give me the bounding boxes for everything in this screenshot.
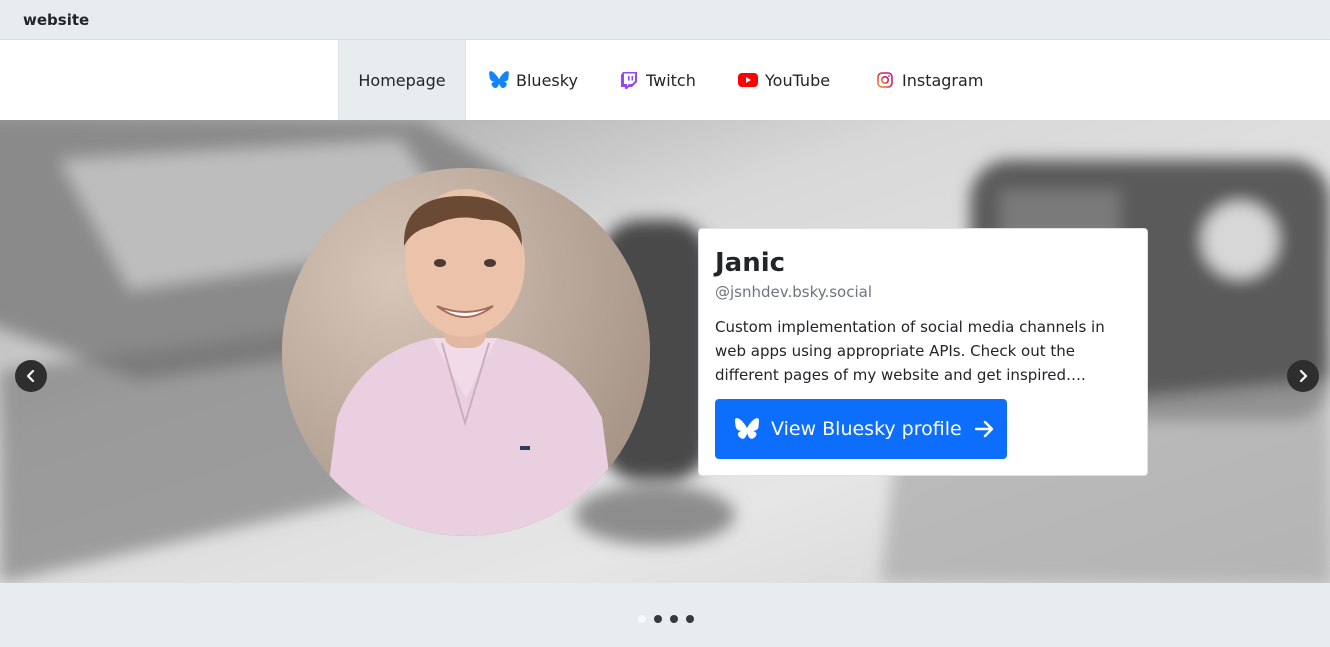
brand-title[interactable]: website — [23, 11, 89, 29]
carousel-prev-button[interactable] — [15, 360, 47, 392]
nav-item-label: Bluesky — [516, 70, 578, 90]
top-bar: website — [0, 0, 1330, 40]
nav-item-twitch[interactable]: Twitch — [619, 40, 696, 120]
arrow-right-icon — [974, 420, 995, 438]
nav-item-label: YouTube — [765, 70, 831, 90]
main-nav: Homepage Bluesky Twitch YouTube Instagra… — [0, 40, 1330, 120]
nav-item-homepage[interactable]: Homepage — [338, 40, 466, 120]
nav-item-instagram[interactable]: Instagram — [875, 40, 983, 120]
butterfly-icon — [489, 70, 509, 90]
instagram-icon — [875, 70, 895, 90]
youtube-icon — [738, 70, 758, 90]
carousel-indicators — [638, 615, 694, 625]
nav-item-label: Homepage — [358, 70, 446, 90]
carousel-indicator[interactable] — [670, 615, 678, 623]
nav-item-youtube[interactable]: YouTube — [738, 40, 830, 120]
carousel-indicator[interactable] — [686, 615, 694, 623]
carousel-indicator[interactable] — [654, 615, 662, 623]
chevron-right-icon — [1299, 369, 1308, 383]
profile-name: Janic — [715, 248, 786, 278]
butterfly-icon — [735, 418, 759, 440]
carousel-next-button[interactable] — [1287, 360, 1319, 392]
button-label: View Bluesky profile — [771, 418, 962, 440]
chevron-left-icon — [26, 369, 35, 383]
carousel-indicator[interactable] — [638, 615, 646, 623]
nav-item-bluesky[interactable]: Bluesky — [489, 40, 578, 120]
profile-avatar — [282, 168, 650, 536]
profile-card: Janic @jsnhdev.bsky.social Custom implem… — [698, 228, 1148, 476]
twitch-icon — [619, 70, 639, 90]
view-bluesky-profile-button[interactable]: View Bluesky profile — [715, 399, 1007, 459]
nav-item-label: Twitch — [646, 70, 696, 90]
profile-description: Custom implementation of social media ch… — [715, 318, 1105, 384]
nav-item-label: Instagram — [902, 70, 984, 90]
profile-handle: @jsnhdev.bsky.social — [715, 283, 872, 301]
